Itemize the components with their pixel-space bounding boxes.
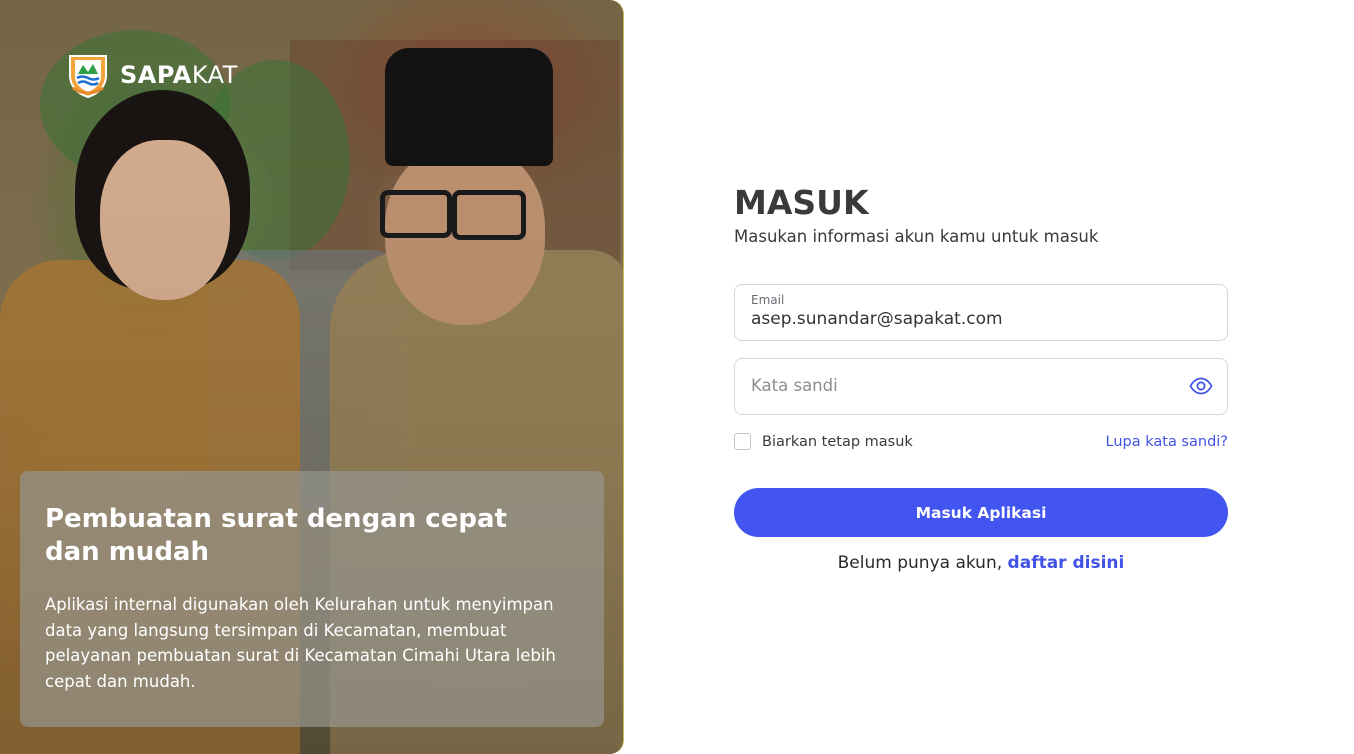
email-input[interactable] [751,309,1191,329]
forgot-password-link[interactable]: Lupa kata sandi? [1106,434,1228,450]
page-title: MASUK [734,183,869,222]
hero-title: Pembuatan surat dengan cepat dan mudah [45,504,507,567]
hero-description: Aplikasi internal digunakan oleh Kelurah… [45,595,556,691]
brand-name: SAPAKAT [120,61,238,89]
password-field[interactable] [734,358,1228,415]
brand-name-light: KAT [191,61,238,89]
login-button[interactable]: Masuk Aplikasi [734,488,1228,537]
remember-checkbox[interactable] [734,433,751,450]
signup-prompt: Belum punya akun, daftar disini [601,553,1354,573]
city-emblem-icon [69,55,107,98]
hero-info-card: Pembuatan surat dengan cepat dan mudah A… [20,471,604,727]
hero-panel: SAPAKAT Pembuatan surat dengan cepat dan… [0,0,624,754]
eye-icon[interactable] [1189,375,1213,397]
remember-label: Biarkan tetap masuk [762,433,913,450]
brand: SAPAKAT [66,52,238,98]
password-input[interactable] [751,376,1171,395]
login-form: MASUK Masukan informasi akun kamu untuk … [734,0,1228,754]
signup-link[interactable]: daftar disini [1008,553,1125,573]
signup-prefix: Belum punya akun, [837,553,1003,573]
email-field[interactable]: Email [734,284,1228,341]
email-label: Email [751,293,785,307]
page-subtitle: Masukan informasi akun kamu untuk masuk [734,227,1099,246]
brand-name-bold: SAPA [120,61,192,89]
remember-me[interactable]: Biarkan tetap masuk [734,433,913,450]
